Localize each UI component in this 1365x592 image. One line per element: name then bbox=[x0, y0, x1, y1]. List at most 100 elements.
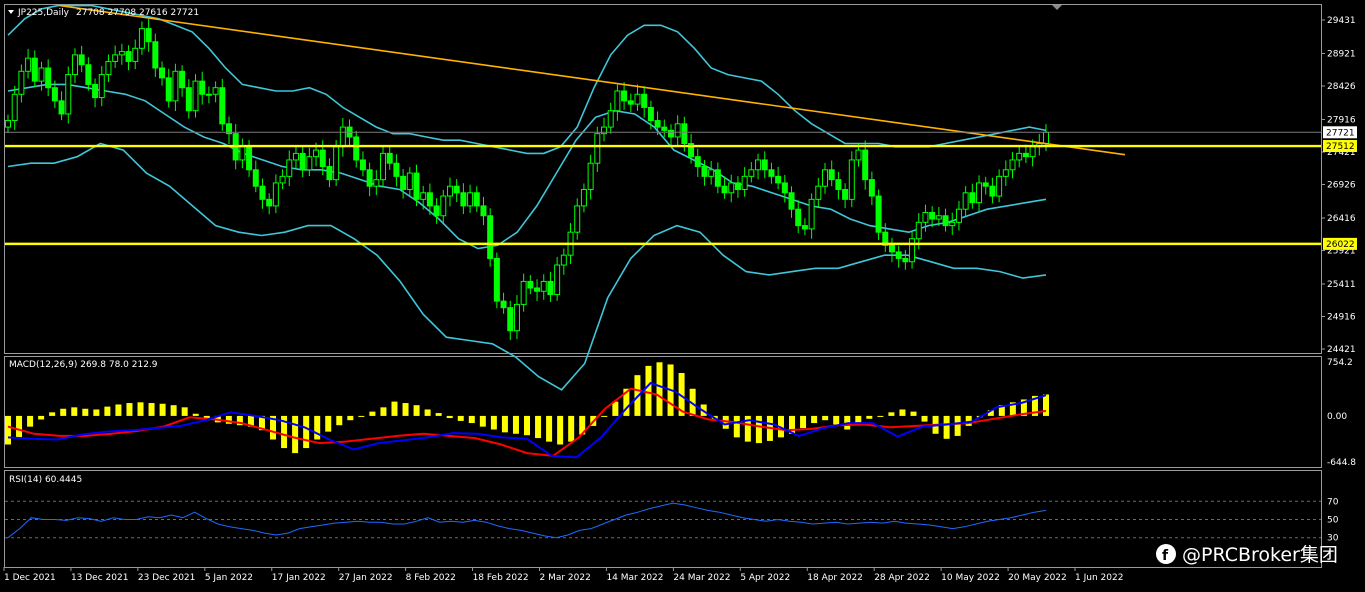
macd-histogram-bar bbox=[755, 415, 762, 444]
bear-candle-body bbox=[547, 280, 554, 296]
bear-candle-body bbox=[185, 87, 192, 112]
macd-histogram-bar bbox=[303, 415, 310, 449]
bear-candle-body bbox=[661, 126, 668, 131]
shift-marker-icon[interactable] bbox=[1052, 5, 1062, 10]
bull-candle-body bbox=[5, 120, 11, 128]
rsi-tick-label: 70 bbox=[1327, 497, 1339, 507]
bull-candle-body bbox=[333, 146, 340, 181]
bollinger-middle-line bbox=[7, 83, 1047, 250]
macd-histogram-bar bbox=[181, 407, 188, 416]
bull-candle-body bbox=[38, 67, 45, 82]
bear-candle-body bbox=[326, 166, 333, 181]
macd-tick-label: 754.2 bbox=[1327, 358, 1353, 368]
time-tick-label: 17 Jan 2022 bbox=[272, 573, 326, 583]
time-axis: 1 Dec 2021 13 Dec 2021 23 Dec 2021 5 Jan 20… bbox=[3, 567, 1123, 583]
bear-candle-body bbox=[627, 100, 634, 105]
bull-candle-body bbox=[540, 280, 547, 292]
macd-histogram-bar bbox=[93, 409, 100, 416]
bear-candle-body bbox=[902, 257, 909, 263]
chart-menu-triangle-icon[interactable] bbox=[8, 10, 14, 14]
bull-candle-body bbox=[172, 70, 179, 102]
facebook-glyph: f bbox=[1162, 548, 1169, 564]
bear-candle-body bbox=[393, 162, 400, 177]
bull-candle-body bbox=[674, 123, 681, 138]
bear-candle-body bbox=[654, 120, 661, 128]
bull-candle-body bbox=[594, 133, 601, 164]
chart-area[interactable]: 2943128921284262791627421269262641625921… bbox=[0, 0, 1365, 592]
bull-candle-body bbox=[205, 93, 212, 96]
bull-candle-body bbox=[949, 221, 956, 227]
bear-candle-body bbox=[647, 106, 654, 122]
bear-candle-body bbox=[982, 182, 989, 187]
bull-candle-body bbox=[25, 57, 32, 72]
bear-candle-body bbox=[621, 90, 628, 102]
macd-histogram-bar bbox=[104, 406, 111, 416]
bull-candle-body bbox=[440, 195, 447, 217]
macd-histogram-bar bbox=[568, 415, 575, 442]
bull-candle-body bbox=[815, 185, 822, 200]
bull-candle-body bbox=[587, 162, 594, 190]
bull-candle-body bbox=[18, 70, 25, 95]
bear-candle-body bbox=[527, 280, 534, 289]
price-tick-label: 25411 bbox=[1327, 280, 1356, 290]
bear-candle-body bbox=[199, 80, 206, 95]
macd-histogram-bar bbox=[888, 412, 895, 416]
time-tick-label: 18 Feb 2022 bbox=[473, 573, 529, 583]
bull-candle-body bbox=[1029, 146, 1036, 158]
macd-histogram-bar bbox=[424, 409, 431, 416]
bear-candle-body bbox=[862, 149, 869, 181]
bear-candle-body bbox=[453, 185, 460, 194]
bear-candle-body bbox=[534, 287, 541, 292]
price-tick-label: 24421 bbox=[1327, 345, 1356, 355]
bear-candle-body bbox=[801, 225, 808, 230]
current-price-label: 27721 bbox=[1326, 128, 1355, 138]
bear-candle-body bbox=[694, 156, 701, 168]
ohlc-header: 27708 27708 27616 27721 bbox=[76, 8, 199, 18]
candles bbox=[5, 18, 1049, 341]
bear-candle-body bbox=[714, 169, 721, 187]
bollinger-bands bbox=[7, 4, 1047, 391]
bear-candle-body bbox=[78, 54, 85, 66]
bull-candle-body bbox=[607, 110, 614, 128]
time-tick-label: 13 Dec 2021 bbox=[71, 573, 129, 583]
bear-candle-body bbox=[58, 100, 65, 115]
price-tick-label: 29431 bbox=[1327, 16, 1356, 26]
macd-histogram-bar bbox=[855, 415, 862, 424]
macd-histogram-bar bbox=[645, 365, 652, 416]
macd-histogram-bar bbox=[402, 403, 409, 416]
bear-candle-body bbox=[85, 64, 92, 85]
bear-candle-body bbox=[701, 166, 708, 177]
level-label-26022: 26022 bbox=[1326, 240, 1355, 250]
macd-indicator bbox=[5, 362, 1049, 459]
bear-candle-body bbox=[487, 215, 494, 259]
bull-candle-body bbox=[339, 126, 346, 148]
bull-candle-body bbox=[65, 74, 72, 115]
bear-candle-body bbox=[145, 28, 152, 43]
bull-candle-body bbox=[808, 198, 815, 230]
macd-histogram-bar bbox=[27, 415, 34, 427]
bear-candle-body bbox=[31, 57, 38, 82]
macd-histogram-bar bbox=[413, 405, 420, 416]
bull-candle-body bbox=[915, 221, 922, 240]
level-label-27512: 27512 bbox=[1326, 142, 1355, 152]
macd-histogram-bar bbox=[446, 415, 453, 419]
bull-candle-body bbox=[1016, 152, 1023, 161]
macd-histogram-bar bbox=[435, 413, 442, 416]
macd-histogram-bar bbox=[490, 415, 497, 430]
time-tick-label: 5 Jan 2022 bbox=[205, 573, 253, 583]
macd-histogram-bar bbox=[148, 403, 155, 416]
macd-histogram-bar bbox=[921, 415, 928, 422]
bear-candle-body bbox=[413, 172, 420, 200]
macd-histogram-bar bbox=[800, 415, 807, 429]
bear-candle-body bbox=[1022, 152, 1029, 158]
time-tick-label: 10 May 2022 bbox=[941, 573, 1000, 583]
macd-histogram-bar bbox=[524, 415, 530, 436]
macd-histogram-bar bbox=[369, 411, 376, 416]
bull-candle-body bbox=[728, 182, 735, 194]
macd-tick-label: 0.00 bbox=[1327, 412, 1347, 422]
bear-candle-body bbox=[761, 159, 768, 171]
bull-candle-body bbox=[138, 28, 145, 49]
rsi-tick-label: 50 bbox=[1327, 516, 1339, 526]
bear-candle-body bbox=[259, 185, 266, 200]
price-tick-label: 26926 bbox=[1327, 181, 1356, 191]
